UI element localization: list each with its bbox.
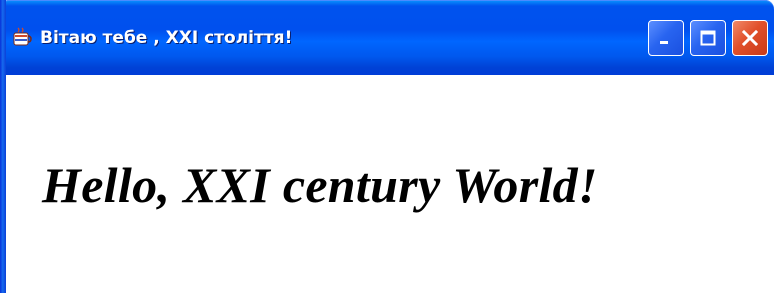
close-button[interactable] <box>732 20 768 56</box>
minimize-button[interactable] <box>648 20 684 56</box>
close-icon <box>741 29 759 47</box>
title-bar[interactable]: Вітаю тебе , XXI століття! <box>0 0 774 75</box>
window-title: Вітаю тебе , XXI століття! <box>40 28 293 48</box>
app-window: Вітаю тебе , XXI століття! Hello, XXI ce… <box>0 0 774 293</box>
hello-message: Hello, XXI century World! <box>42 157 598 213</box>
java-coffee-cup-icon[interactable] <box>12 27 32 47</box>
content-area: Hello, XXI century World! <box>6 75 774 293</box>
maximize-icon <box>700 30 716 46</box>
minimize-icon <box>660 41 668 44</box>
maximize-button[interactable] <box>690 20 726 56</box>
